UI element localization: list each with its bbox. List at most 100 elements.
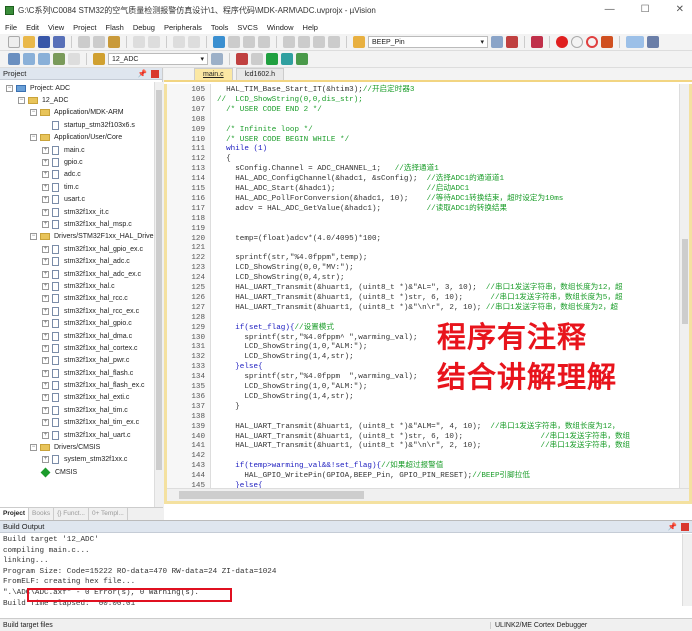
tree-item[interactable]: + tim.c (0, 181, 155, 193)
clear-bookmarks-icon[interactable] (258, 36, 270, 48)
menu-peripherals[interactable]: Peripherals (164, 23, 202, 32)
tree-item[interactable]: + system_stm32f1xx.c (0, 454, 155, 466)
find-icon[interactable] (491, 36, 503, 48)
tree-item[interactable]: + stm32f1xx_hal_rcc.c (0, 293, 155, 305)
expand-icon[interactable]: + (42, 270, 49, 278)
expand-icon[interactable]: + (42, 307, 49, 315)
clear-breakpoints-icon[interactable] (586, 36, 598, 48)
tree-item[interactable]: + stm32f1xx_hal_exti.c (0, 392, 155, 404)
redo-icon[interactable] (148, 36, 160, 48)
tree-item[interactable]: + stm32f1xx_hal_cortex.c (0, 342, 155, 354)
options-for-target-icon[interactable] (211, 53, 223, 65)
expand-icon[interactable]: + (42, 295, 49, 303)
menu-debug[interactable]: Debug (133, 23, 155, 32)
undo-icon[interactable] (133, 36, 145, 48)
expand-icon[interactable]: + (42, 258, 49, 266)
pin-icon[interactable]: 📌 (668, 522, 677, 531)
expand-icon[interactable]: + (42, 208, 49, 216)
tree-item[interactable]: − 12_ADC (0, 94, 155, 106)
comment-icon[interactable] (313, 36, 325, 48)
tree-item[interactable]: − Application/User/Core (0, 132, 155, 144)
tree-item[interactable]: + stm32f1xx_hal_gpio.c (0, 317, 155, 329)
tree-item[interactable]: + stm32f1xx_hal_adc_ex.c (0, 268, 155, 280)
paste-icon[interactable] (108, 36, 120, 48)
nav-back-icon[interactable] (173, 36, 185, 48)
tab-project[interactable]: Project (0, 508, 30, 520)
manage-rte-icon[interactable] (296, 53, 308, 65)
close-button[interactable]: ✕ (676, 4, 684, 15)
tree-item[interactable]: + usart.c (0, 194, 155, 206)
tree-item[interactable]: − Drivers/STM32F1xx_HAL_Driver (0, 231, 155, 243)
tab-books[interactable]: Books (29, 508, 55, 520)
expand-icon[interactable]: + (42, 431, 49, 439)
incremental-find-icon[interactable] (506, 36, 518, 48)
close-panel-icon[interactable] (681, 522, 689, 531)
tree-item[interactable]: + stm32f1xx_it.c (0, 206, 155, 218)
menu-tools[interactable]: Tools (211, 23, 229, 32)
expand-icon[interactable]: + (42, 320, 49, 328)
menu-help[interactable]: Help (303, 23, 318, 32)
menu-project[interactable]: Project (73, 23, 96, 32)
tree-item[interactable]: − Project: ADC (0, 82, 155, 94)
menu-view[interactable]: View (48, 23, 64, 32)
find-in-files-icon[interactable] (353, 36, 365, 48)
editor-hscrollbar[interactable] (167, 488, 689, 501)
collapse-icon[interactable]: − (18, 97, 25, 105)
save-icon[interactable] (38, 36, 50, 48)
expand-icon[interactable]: + (42, 146, 49, 154)
expand-icon[interactable]: + (42, 245, 49, 253)
menu-svcs[interactable]: SVCS (237, 23, 257, 32)
expand-icon[interactable]: + (42, 456, 49, 464)
editor-tab-lcd1602-h[interactable]: lcd1602.h (235, 68, 284, 80)
tree-item[interactable]: + stm32f1xx_hal_pwr.c (0, 355, 155, 367)
next-bookmark-icon[interactable] (243, 36, 255, 48)
collapse-icon[interactable]: − (30, 444, 37, 452)
expand-icon[interactable]: + (42, 406, 49, 414)
batch-build-icon[interactable] (251, 53, 263, 65)
download-icon[interactable] (53, 53, 65, 65)
disable-breakpoint-icon[interactable] (571, 36, 583, 48)
collapse-icon[interactable]: − (6, 84, 13, 92)
new-file-icon[interactable] (8, 36, 20, 48)
expand-icon[interactable]: + (42, 183, 49, 191)
bookmark-icon[interactable] (213, 36, 225, 48)
collapse-icon[interactable]: − (30, 233, 37, 241)
tree-item[interactable]: + stm32f1xx_hal_gpio_ex.c (0, 243, 155, 255)
tree-item[interactable]: + stm32f1xx_hal_adc.c (0, 255, 155, 267)
translate-icon[interactable] (8, 53, 20, 65)
expand-icon[interactable]: + (42, 394, 49, 402)
tab-templates[interactable]: 0+ Templ... (89, 508, 128, 520)
rebuild-icon[interactable] (38, 53, 50, 65)
menu-edit[interactable]: Edit (26, 23, 39, 32)
maximize-button[interactable]: ☐ (641, 4, 650, 15)
tree-item[interactable]: + stm32f1xx_hal_tim.c (0, 404, 155, 416)
collapse-icon[interactable]: − (30, 109, 37, 117)
build-icon[interactable] (23, 53, 35, 65)
tree-item[interactable]: + adc.c (0, 169, 155, 181)
expand-icon[interactable]: + (42, 196, 49, 204)
menu-file[interactable]: File (5, 23, 17, 32)
configure-icon[interactable] (647, 36, 659, 48)
tree-item[interactable]: + stm32f1xx_hal_msp.c (0, 218, 155, 230)
expand-icon[interactable]: + (42, 220, 49, 228)
collapse-icon[interactable]: − (30, 134, 37, 142)
select-packs-icon[interactable] (266, 53, 278, 65)
tree-item[interactable]: + stm32f1xx_hal_dma.c (0, 330, 155, 342)
expand-icon[interactable]: + (42, 159, 49, 167)
open-file-icon[interactable] (23, 36, 35, 48)
target-options-icon[interactable] (93, 53, 105, 65)
tree-item[interactable]: + stm32f1xx_hal_uart.c (0, 429, 155, 441)
prev-bookmark-icon[interactable] (228, 36, 240, 48)
tree-item[interactable]: − Application/MDK-ARM (0, 107, 155, 119)
tree-item[interactable]: startup_stm32f103x6.s (0, 119, 155, 131)
tree-item[interactable]: − Drivers/CMSIS (0, 441, 155, 453)
editor-tab-main-c[interactable]: main.c (194, 68, 233, 80)
build-vscrollbar[interactable] (682, 534, 692, 606)
cut-icon[interactable] (78, 36, 90, 48)
tab-functions[interactable]: {} Funct... (54, 508, 89, 520)
code-editor[interactable]: 105 HAL_TIM_Base_Start_IT(&htim3);//开启定时… (164, 84, 692, 504)
expand-icon[interactable]: + (42, 344, 49, 352)
editor-vscrollbar[interactable] (679, 84, 689, 491)
expand-icon[interactable]: + (42, 171, 49, 179)
expand-icon[interactable]: + (42, 282, 49, 290)
